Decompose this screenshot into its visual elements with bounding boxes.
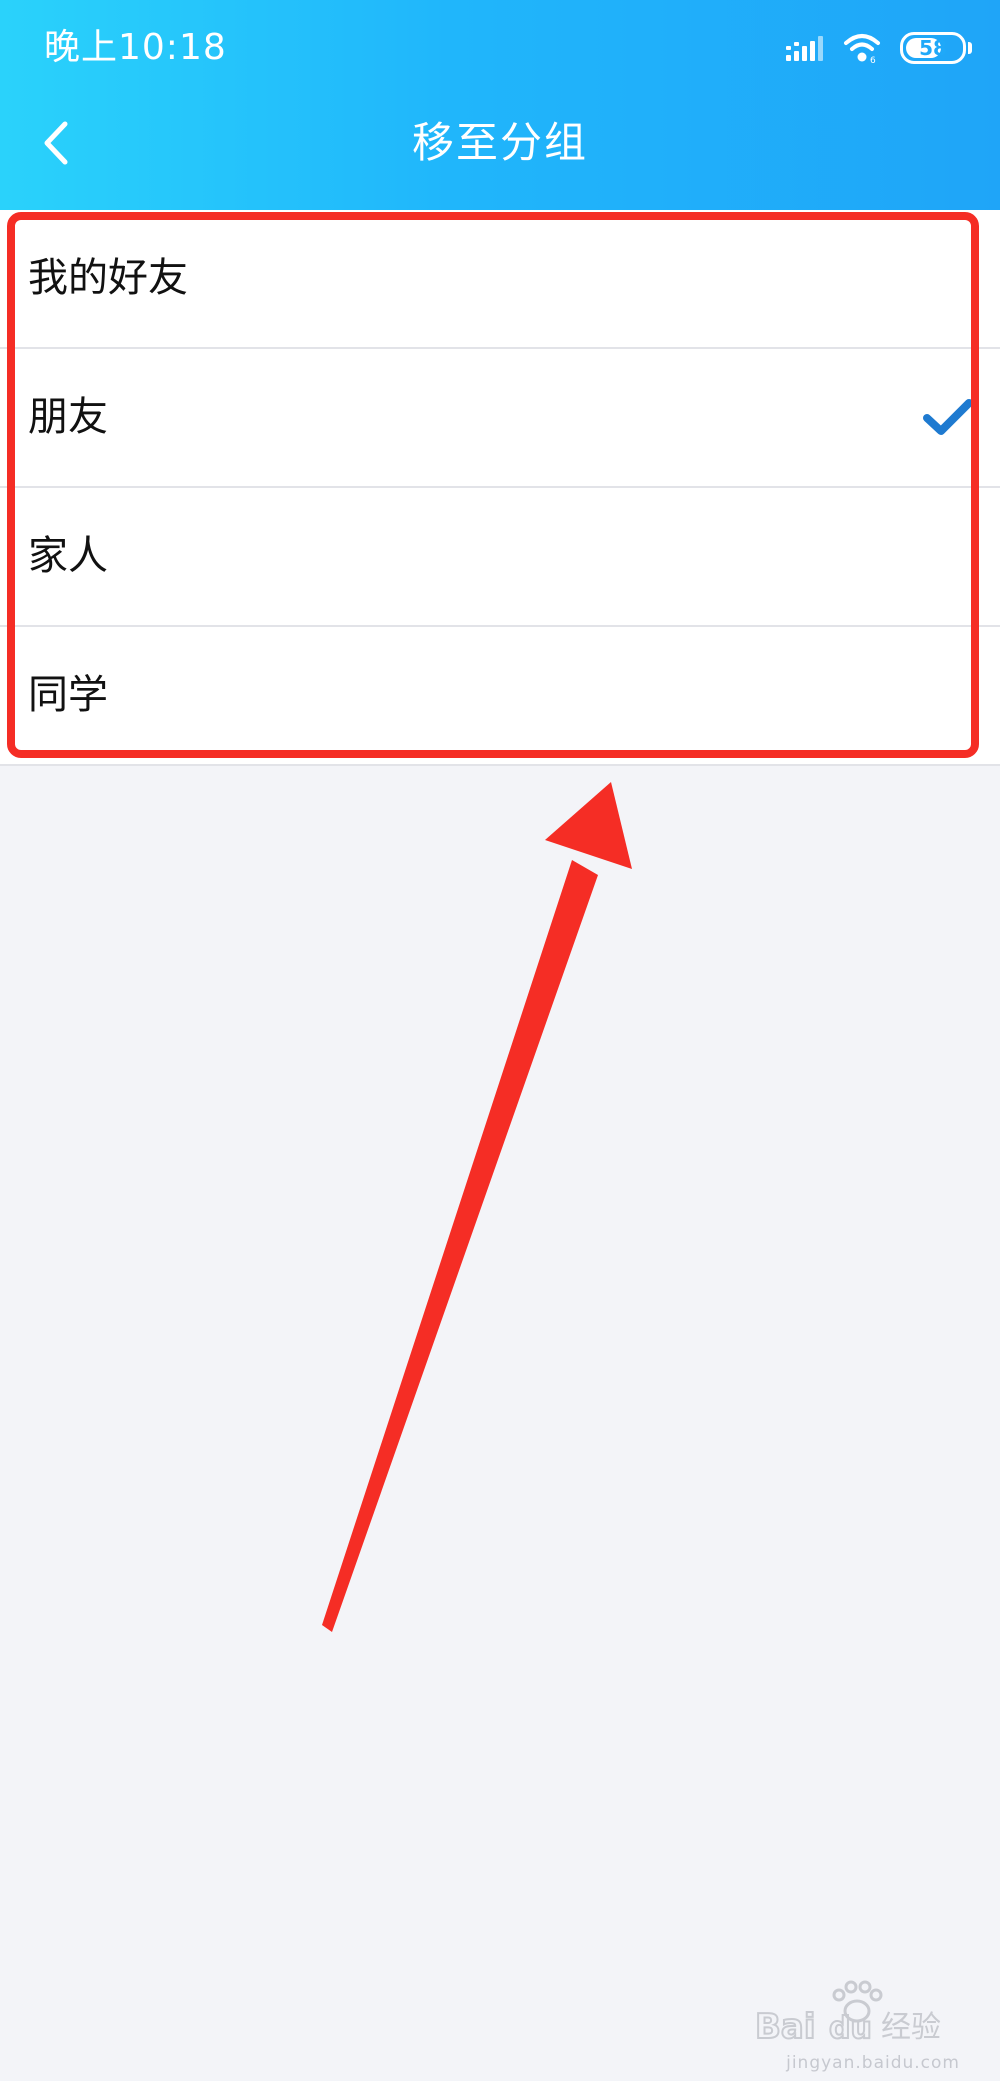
group-label: 我的好友 [28,255,188,301]
group-item-family[interactable]: 家人 [0,488,1000,627]
check-icon [923,399,973,435]
group-item-my-friends[interactable]: 我的好友 [0,210,1000,349]
status-icons: 6 58 [784,28,972,68]
group-list: 我的好友 朋友 家人 同学 [0,210,1000,766]
signal-icon [786,36,823,61]
group-item-classmates[interactable]: 同学 [0,627,1000,766]
group-label: 同学 [28,672,108,718]
wifi-icon: 6 [844,34,880,64]
battery-level: 58 [919,36,947,60]
group-label: 朋友 [28,394,108,440]
app-header: 晚上10:18 6 58 移至分组 [0,0,1000,210]
svg-text:du: du [829,2011,872,2046]
watermark-domain: jingyan.baidu.com [786,2053,960,2073]
status-time: 晚上10:18 [44,27,227,68]
page-title: 移至分组 [411,118,588,167]
svg-text:6: 6 [870,56,876,64]
battery-icon: 58 [900,32,972,64]
group-label: 家人 [28,533,108,579]
svg-text:经验: 经验 [881,2010,941,2045]
group-item-friends[interactable]: 朋友 [0,349,1000,488]
svg-text:Bai: Bai [755,2007,816,2047]
